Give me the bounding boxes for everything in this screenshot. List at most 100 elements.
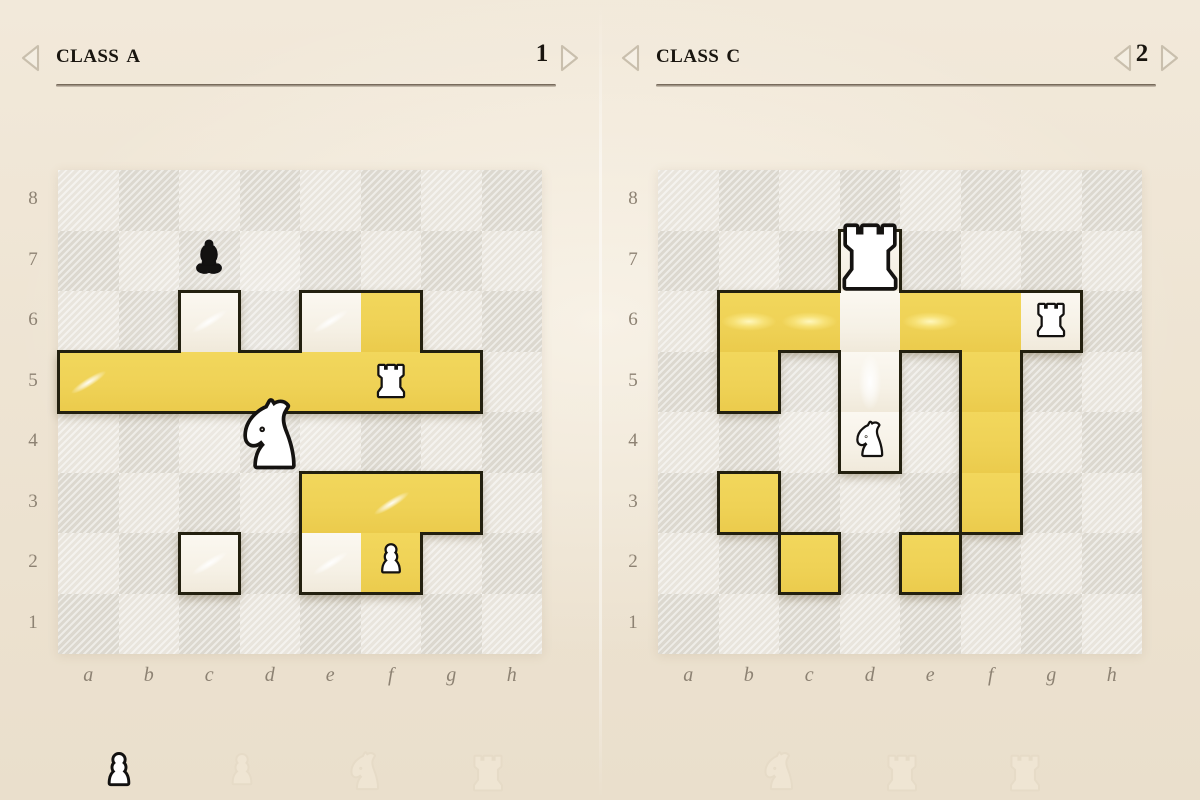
board-square[interactable] [58,533,119,594]
board-square[interactable] [658,351,719,412]
board-square[interactable] [1081,412,1142,473]
white-rook[interactable] [368,357,414,403]
board-square[interactable] [658,533,719,594]
board-square[interactable] [960,593,1021,654]
board-square[interactable] [1081,170,1142,231]
highlight-square-b5[interactable] [718,351,779,412]
board-square[interactable] [421,291,482,352]
board-square[interactable] [58,412,119,473]
board-square[interactable] [481,230,542,291]
board-square[interactable] [900,351,961,412]
highlight-square-b3[interactable] [718,472,779,533]
next-page-button[interactable] [1158,43,1180,73]
board-square[interactable] [421,230,482,291]
board-square[interactable] [360,412,421,473]
highlight-square-a5[interactable] [58,351,119,412]
board-square[interactable] [421,593,482,654]
board-square[interactable] [1081,472,1142,533]
board-square[interactable] [658,291,719,352]
prev-class-button[interactable] [20,43,42,73]
white-knight[interactable] [847,417,893,463]
board-square[interactable] [421,412,482,473]
board-square[interactable] [839,533,900,594]
board-square[interactable] [360,170,421,231]
board-square[interactable] [718,533,779,594]
board-square[interactable] [658,412,719,473]
board-square[interactable] [118,291,179,352]
board-square[interactable] [1021,351,1082,412]
board-square[interactable] [1021,230,1082,291]
board-square[interactable] [1021,593,1082,654]
board-square[interactable] [658,593,719,654]
tray-pawn-active[interactable] [88,728,150,798]
board-square[interactable] [718,412,779,473]
board-square[interactable] [239,593,300,654]
board-square[interactable] [481,351,542,412]
tray-rook-ghost[interactable] [871,728,933,798]
board-square[interactable] [960,230,1021,291]
board-square[interactable] [1081,230,1142,291]
board-square[interactable] [421,533,482,594]
board-square[interactable] [239,230,300,291]
board-square[interactable] [58,472,119,533]
chessboard-right[interactable]: 8 7 6 5 4 3 2 1 a b c d e f g h [628,170,1142,686]
tray-knight-ghost[interactable] [334,728,396,798]
highlight-square-f5[interactable] [960,351,1021,412]
board-square[interactable] [118,230,179,291]
board-square[interactable] [58,170,119,231]
next-page-button[interactable] [558,43,580,73]
board-square[interactable] [718,230,779,291]
white-knight-selected[interactable] [224,390,316,482]
highlight-square-c2[interactable] [779,533,840,594]
board-square[interactable] [360,593,421,654]
board-square[interactable] [481,593,542,654]
board-square[interactable] [1081,533,1142,594]
board-square[interactable] [58,291,119,352]
board-square[interactable] [658,170,719,231]
board-square[interactable] [239,533,300,594]
highlight-square-d5[interactable] [839,351,900,412]
white-rook[interactable] [1028,296,1074,342]
board-square[interactable] [1021,533,1082,594]
board-square[interactable] [58,593,119,654]
board-square[interactable] [481,170,542,231]
highlight-square-f6[interactable] [960,291,1021,352]
board-square[interactable] [779,351,840,412]
black-bishop[interactable] [186,236,232,282]
highlight-square-e2[interactable] [300,533,361,594]
board-square[interactable] [1081,593,1142,654]
highlight-square-f3[interactable] [360,472,421,533]
board-square[interactable] [360,230,421,291]
board-square[interactable] [658,230,719,291]
board-square[interactable] [118,533,179,594]
board-square[interactable] [179,170,240,231]
board-square[interactable] [118,170,179,231]
board-square[interactable] [1021,170,1082,231]
highlight-square-e2[interactable] [900,533,961,594]
board-square[interactable] [960,533,1021,594]
highlight-square-f3[interactable] [960,472,1021,533]
board-square[interactable] [300,230,361,291]
board-square[interactable] [1021,412,1082,473]
highlight-square-b6[interactable] [718,291,779,352]
highlight-square-g5[interactable] [421,351,482,412]
board-square[interactable] [481,291,542,352]
board-square[interactable] [1081,351,1142,412]
white-rook-selected[interactable] [824,209,916,301]
board-square[interactable] [839,593,900,654]
highlight-square-c2[interactable] [179,533,240,594]
board-square[interactable] [300,170,361,231]
tray-pawn-ghost[interactable] [211,728,273,798]
highlight-square-b5[interactable] [118,351,179,412]
tray-rook-ghost-2[interactable] [994,728,1056,798]
board-square[interactable] [1021,472,1082,533]
board-square[interactable] [239,291,300,352]
board-square[interactable] [300,593,361,654]
board-square[interactable] [900,412,961,473]
highlight-square-f6[interactable] [360,291,421,352]
board-square[interactable] [118,412,179,473]
board-square[interactable] [718,170,779,231]
board-square[interactable] [481,533,542,594]
highlight-square-c6[interactable] [179,291,240,352]
board-square[interactable] [481,472,542,533]
